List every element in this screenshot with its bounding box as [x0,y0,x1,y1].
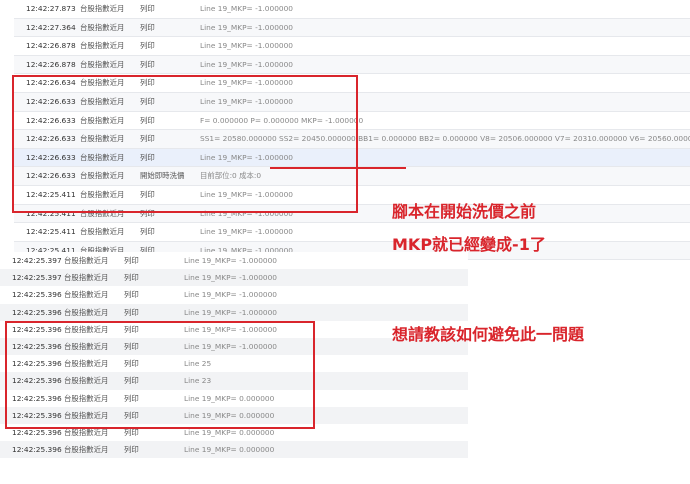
log-action: 列印 [124,307,139,317]
log-symbol: 台股指數近月 [64,290,109,300]
annotation-note-3: 想請教該如何避免此一問題 [392,325,585,344]
annotation-note-2: MKP就已經變成-1了 [392,235,546,254]
log-symbol: 台股指數近月 [80,59,125,69]
highlight-box-bottom [5,321,315,429]
annotation-pointer-line [270,167,406,169]
log-action: 列印 [140,22,155,32]
log-message: Line 19_MKP= -1.000000 [200,41,294,51]
log-message: Line 19_MKP= -1.000000 [184,290,278,300]
log-symbol: 台股指數近月 [80,227,125,237]
log-symbol: 台股指數近月 [80,22,125,32]
log-row[interactable]: 12:42:25.396 台股指數近月 列印 Line 19_MKP= 0.00000… [0,441,468,459]
log-row[interactable]: 12:42:27.873 台股指數近月 列印 Line 19_MKP= -1.0000… [14,0,690,19]
log-symbol: 台股指數近月 [64,307,109,317]
log-time: 12:42:25.396 [12,290,62,300]
log-time: 12:42:25.397 [12,273,62,283]
log-message: Line 19_MKP= -1.000000 [184,256,278,265]
log-action: 列印 [124,273,139,283]
log-time: 12:42:25.396 [12,445,62,455]
log-symbol: 台股指數近月 [80,4,125,13]
log-message: Line 19_MKP= -1.000000 [200,22,294,32]
log-symbol: 台股指數近月 [64,445,109,455]
log-row[interactable]: 12:42:26.878 台股指數近月 列印 Line 19_MKP= -1.0000… [14,55,690,75]
log-time: 12:42:26.878 [26,41,76,51]
log-row[interactable]: 12:42:26.878 台股指數近月 列印 Line 19_MKP= -1.0000… [14,37,690,56]
log-action: 列印 [140,41,155,51]
log-row[interactable]: 12:42:25.396 台股指數近月 列印 Line 19_MKP= -1.0000… [0,286,468,303]
log-message: Line 19_MKP= 0.000000 [184,445,275,455]
log-message: Line 19_MKP= -1.000000 [184,273,278,283]
log-time: 12:42:25.396 [12,307,62,317]
log-message: Line 19_MKP= -1.000000 [200,4,294,13]
log-time: 12:42:25.411 [26,227,76,237]
annotation-note-1: 腳本在開始洗價之前 [392,202,537,221]
log-time: 12:42:27.364 [26,22,76,32]
log-message: Line 19_MKP= -1.000000 [200,227,294,237]
log-row[interactable]: 12:42:25.397 台股指數近月 列印 Line 19_MKP= -1.0000… [0,269,468,287]
log-row[interactable]: 12:42:25.396 台股指數近月 列印 Line 19_MKP= -1.0000… [0,303,468,321]
log-time: 12:42:27.873 [26,4,76,13]
log-symbol: 台股指數近月 [64,256,109,265]
log-action: 列印 [124,445,139,455]
log-message: Line 19_MKP= -1.000000 [184,307,278,317]
log-action: 列印 [124,256,139,265]
log-message: Line 19_MKP= -1.000000 [200,59,294,69]
log-row[interactable]: 12:42:27.364 台股指數近月 列印 Line 19_MKP= -1.0000… [14,18,690,38]
log-action: 列印 [124,290,139,300]
log-time: 12:42:25.397 [12,256,62,265]
highlight-box-top [12,75,358,213]
log-row[interactable]: 12:42:25.411 台股指數近月 列印 Line 19_MKP= -1.0000… [14,223,690,242]
log-action: 列印 [140,4,155,13]
log-action: 列印 [140,59,155,69]
log-action: 列印 [140,227,155,237]
log-symbol: 台股指數近月 [64,273,109,283]
log-symbol: 台股指數近月 [80,41,125,51]
log-time: 12:42:26.878 [26,59,76,69]
